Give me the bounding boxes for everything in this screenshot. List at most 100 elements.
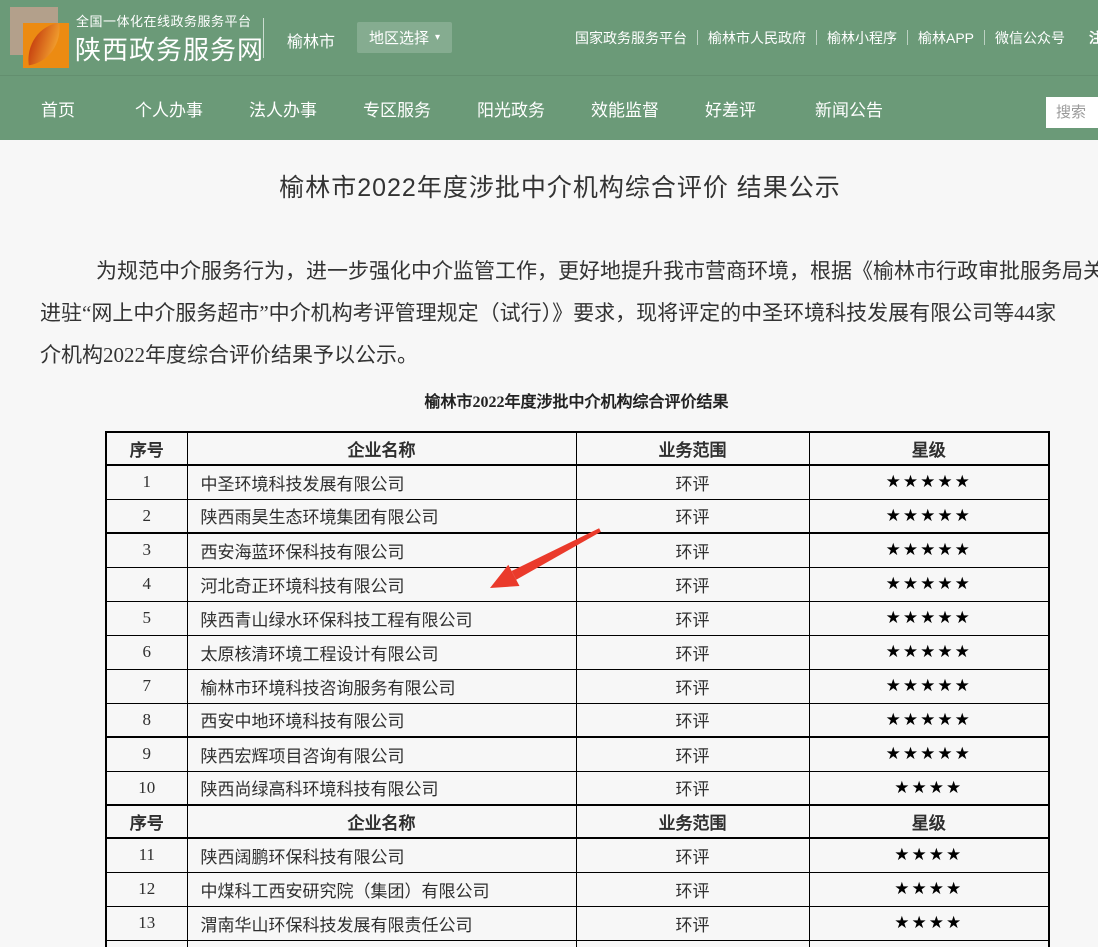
nav-item-news[interactable]: 新闻公告	[815, 96, 883, 121]
paragraph-line: 进驻“网上中介服务超市”中介机构考评管理规定（试行）》要求，现将评定的中圣环境科…	[40, 292, 1098, 334]
cell-company-name: 中煤科工西安研究院（集团）有限公司	[187, 872, 576, 906]
region-select-label: 地区选择	[369, 27, 429, 48]
cell-scope: 环评	[576, 669, 809, 703]
cell-company-name: 太原核清环境工程设计有限公司	[187, 635, 576, 669]
cell-no: 4	[106, 567, 187, 601]
nav-item-efficiency[interactable]: 效能监督	[591, 96, 659, 121]
col-header-name: 企业名称	[187, 805, 576, 838]
cell-star-rating: ★★★★	[809, 872, 1049, 906]
evaluation-table: 序号 企业名称 业务范围 星级 1 中圣环境科技发展有限公司 环评 ★★★★★ …	[105, 431, 1050, 947]
cell-company-name: 陕西雨昊生态环境集团有限公司	[187, 499, 576, 533]
site-name: 陕西政务服务网	[75, 30, 264, 67]
cell-scope: 环评	[576, 465, 809, 499]
col-header-name: 企业名称	[187, 432, 576, 465]
col-header-no: 序号	[106, 432, 187, 465]
site-logo-icon[interactable]	[10, 7, 72, 69]
table-row: 12 中煤科工西安研究院（集团）有限公司 环评 ★★★★	[106, 872, 1049, 906]
cell-scope: 环评	[576, 703, 809, 737]
cell-no: 11	[106, 838, 187, 872]
col-header-scope: 业务范围	[576, 805, 809, 838]
link-yulin-app[interactable]: 榆林APP	[918, 28, 974, 48]
chevron-down-icon: ▾	[435, 33, 440, 43]
cell-star-rating: ★★★★★	[809, 533, 1049, 567]
table-row: 13 渭南华山环保科技发展有限责任公司 环评 ★★★★	[106, 906, 1049, 940]
cell-star-rating: ★★★★★	[809, 465, 1049, 499]
header-divider	[263, 18, 264, 58]
table-row: 4 河北奇正环境科技有限公司 环评 ★★★★★	[106, 567, 1049, 601]
col-header-stars: 星级	[809, 805, 1049, 838]
cell-no: 13	[106, 906, 187, 940]
table-row: 11 陕西阔鹏环保科技有限公司 环评 ★★★★	[106, 838, 1049, 872]
top-links: 国家政务服务平台 榆林市人民政府 榆林小程序 榆林APP 微信公众号 注册	[575, 0, 1098, 75]
table-row-partial	[106, 940, 1049, 947]
cell-no: 6	[106, 635, 187, 669]
paragraph-line: 为规范中介服务行为，进一步强化中介监管工作，更好地提升我市营商环境，根据《榆林市…	[40, 250, 1098, 292]
cell-star-rating: ★★★★★	[809, 635, 1049, 669]
cell-scope: 环评	[576, 737, 809, 771]
link-yulin-government[interactable]: 榆林市人民政府	[708, 28, 806, 48]
link-separator	[816, 30, 817, 45]
cell-no: 2	[106, 499, 187, 533]
cell-scope: 环评	[576, 533, 809, 567]
col-header-stars: 星级	[809, 432, 1049, 465]
cell-company-name: 中圣环境科技发展有限公司	[187, 465, 576, 499]
table-row: 7 榆林市环境科技咨询服务有限公司 环评 ★★★★★	[106, 669, 1049, 703]
cell-company-name: 陕西青山绿水环保科技工程有限公司	[187, 601, 576, 635]
announcement-paragraph: 为规范中介服务行为，进一步强化中介监管工作，更好地提升我市营商环境，根据《榆林市…	[40, 250, 1098, 376]
nav-item-legal-person[interactable]: 法人办事	[249, 96, 317, 121]
cell-company-name: 西安中地环境科技有限公司	[187, 703, 576, 737]
cell-scope: 环评	[576, 635, 809, 669]
cell-scope: 环评	[576, 872, 809, 906]
cell-scope: 环评	[576, 838, 809, 872]
nav-item-rating[interactable]: 好差评	[705, 96, 756, 121]
cell-star-rating: ★★★★★	[809, 703, 1049, 737]
col-header-no: 序号	[106, 805, 187, 838]
register-button[interactable]: 注册	[1089, 28, 1098, 48]
cell-no: 7	[106, 669, 187, 703]
cell-scope: 环评	[576, 771, 809, 805]
table-header-row: 序号 企业名称 业务范围 星级	[106, 432, 1049, 465]
table-row: 8 西安中地环境科技有限公司 环评 ★★★★★	[106, 703, 1049, 737]
cell-star-rating: ★★★★	[809, 771, 1049, 805]
logo-front-square	[23, 23, 69, 68]
link-yulin-miniprogram[interactable]: 榆林小程序	[827, 28, 897, 48]
link-separator	[697, 30, 698, 45]
table-header-row: 序号 企业名称 业务范围 星级	[106, 805, 1049, 838]
table-row: 9 陕西宏辉项目咨询有限公司 环评 ★★★★★	[106, 737, 1049, 771]
link-separator	[984, 30, 985, 45]
table-caption: 榆林市2022年度涉批中介机构综合评价结果	[105, 388, 1048, 412]
table-row: 10 陕西尚绿高科环境科技有限公司 环评 ★★★★	[106, 771, 1049, 805]
cell-company-name: 陕西宏辉项目咨询有限公司	[187, 737, 576, 771]
platform-label: 全国一体化在线政务服务平台	[76, 11, 252, 30]
nav-item-special-zone[interactable]: 专区服务	[363, 96, 431, 121]
cell-no: 10	[106, 771, 187, 805]
masthead: 全国一体化在线政务服务平台 陕西政务服务网 榆林市 地区选择 ▾ 国家政务服务平…	[0, 0, 1098, 75]
table-row: 6 太原核清环境工程设计有限公司 环评 ★★★★★	[106, 635, 1049, 669]
link-separator	[907, 30, 908, 45]
cell-star-rating: ★★★★★	[809, 499, 1049, 533]
nav-item-sunshine-gov[interactable]: 阳光政务	[477, 96, 545, 121]
col-header-scope: 业务范围	[576, 432, 809, 465]
cell-no: 9	[106, 737, 187, 771]
region-select-button[interactable]: 地区选择 ▾	[357, 22, 452, 53]
link-wechat-official[interactable]: 微信公众号	[995, 28, 1065, 48]
nav-item-personal[interactable]: 个人办事	[135, 96, 203, 121]
cell-star-rating: ★★★★★	[809, 567, 1049, 601]
cell-company-name: 陕西尚绿高科环境科技有限公司	[187, 771, 576, 805]
cell-scope: 环评	[576, 499, 809, 533]
logo-leaf-icon	[24, 23, 65, 65]
table-row: 3 西安海蓝环保科技有限公司 环评 ★★★★★	[106, 533, 1049, 567]
table-row: 2 陕西雨昊生态环境集团有限公司 环评 ★★★★★	[106, 499, 1049, 533]
cell-company-name: 渭南华山环保科技发展有限责任公司	[187, 906, 576, 940]
paragraph-line: 介机构2022年度综合评价结果予以公示。	[40, 334, 1098, 376]
cell-no: 3	[106, 533, 187, 567]
nav-item-home[interactable]: 首页	[41, 96, 75, 121]
cell-star-rating: ★★★★	[809, 838, 1049, 872]
link-national-platform[interactable]: 国家政务服务平台	[575, 28, 687, 48]
cell-no: 12	[106, 872, 187, 906]
current-city[interactable]: 榆林市	[287, 28, 335, 52]
cell-company-name: 榆林市环境科技咨询服务有限公司	[187, 669, 576, 703]
search-input[interactable]	[1046, 97, 1098, 128]
cell-no: 8	[106, 703, 187, 737]
cell-scope: 环评	[576, 601, 809, 635]
